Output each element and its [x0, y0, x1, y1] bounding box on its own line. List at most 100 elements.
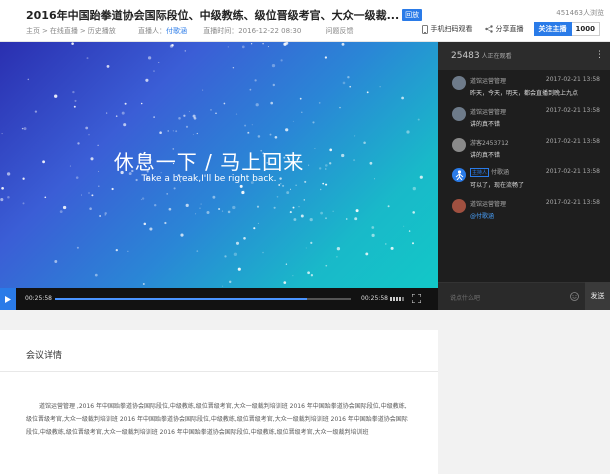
star-dot	[309, 217, 313, 222]
star-dot	[1, 133, 3, 135]
star-dot	[371, 233, 375, 237]
breadcrumb-home[interactable]: 主页	[26, 27, 40, 35]
star-dot	[149, 227, 153, 231]
star-dot	[106, 112, 108, 114]
star-dot	[289, 188, 292, 190]
star-dot	[354, 135, 356, 137]
video-player[interactable]: 休息一下 / 马上回来 Take a break,I'll be right b…	[0, 42, 438, 288]
chat-message: 道馆运营管理 2017-02-21 13:58 @付歌涵	[438, 195, 610, 235]
star-dot	[320, 188, 322, 191]
star-dot	[172, 130, 174, 132]
star-dot	[22, 202, 25, 205]
star-dot	[223, 102, 226, 105]
star-dot	[215, 112, 217, 114]
star-dot	[106, 65, 110, 68]
star-dot	[324, 56, 328, 59]
star-dot	[267, 46, 269, 48]
star-dot	[292, 120, 294, 122]
star-dot	[412, 186, 416, 191]
star-dot	[224, 255, 227, 258]
viewer-number: 25483	[451, 51, 480, 61]
star-dot	[7, 195, 10, 199]
fullscreen-icon[interactable]	[412, 294, 421, 303]
breadcrumb: 主页 > 在线直播 > 历史播放 直播人：付歌涵 直播时间：2016-12-22 08:…	[26, 26, 354, 36]
star-dot	[285, 128, 289, 132]
chat-header: 25483 人正在观看 ⋮	[438, 42, 610, 70]
title-text: 2016年中国跆拳道协会国际段位、中级教练、级位晋级考官、大众一级裁...	[26, 9, 400, 22]
star-dot	[145, 78, 149, 82]
star-dot	[417, 118, 420, 121]
star-dot	[278, 184, 281, 186]
star-dot	[167, 130, 169, 132]
host-name-link[interactable]: 付歌涵	[166, 27, 187, 35]
star-dot	[262, 251, 264, 254]
total-time: 00:25:58	[361, 295, 388, 302]
message-author: 道馆运营管理	[470, 78, 507, 85]
star-dot	[285, 263, 288, 265]
star-dot	[183, 114, 186, 117]
star-dot	[269, 133, 272, 136]
volume-icon[interactable]	[390, 296, 406, 302]
progress-remaining	[306, 298, 351, 300]
star-dot	[233, 252, 238, 256]
send-button[interactable]: 发送	[585, 282, 610, 310]
message-author: 道馆运营管理	[470, 109, 507, 116]
star-dot	[349, 85, 352, 88]
current-time: 00:25:58	[25, 295, 52, 302]
message-time: 2017-02-21 13:58	[545, 76, 600, 83]
star-dot	[173, 187, 176, 190]
star-dot	[336, 255, 338, 258]
message-text: 昨天，今天，明天，都会直播到晚上九点	[470, 90, 579, 97]
follow-widget[interactable]: 关注主播 1000	[533, 22, 600, 36]
star-dot	[54, 260, 58, 263]
mobile-watch-button[interactable]: 手机扫码观看	[421, 24, 473, 34]
star-dot	[239, 184, 243, 188]
star-dot	[237, 267, 241, 271]
follow-button[interactable]: 关注主播	[533, 22, 572, 36]
avatar	[452, 168, 466, 182]
star-dot	[210, 109, 212, 111]
message-text: 讲的真不错	[470, 152, 501, 159]
star-dot	[310, 241, 313, 244]
star-dot	[262, 42, 264, 45]
avatar	[452, 76, 466, 90]
star-dot	[71, 42, 74, 45]
star-dot	[292, 275, 294, 277]
message-text: @付歌涵	[470, 213, 495, 220]
star-dot	[140, 199, 142, 201]
page-root: 2016年中国跆拳道协会国际段位、中级教练、级位晋级考官、大众一级裁... 回放 …	[0, 0, 610, 474]
star-dot	[115, 115, 118, 117]
breadcrumb-live[interactable]: 在线直播	[50, 27, 78, 35]
star-dot	[94, 273, 98, 277]
star-dot	[408, 230, 411, 232]
header-actions: 手机扫码观看 分享直播 关注主播 1000	[410, 22, 600, 36]
star-dot	[339, 106, 341, 109]
breadcrumb-history[interactable]: 历史播放	[88, 27, 116, 35]
star-dot	[341, 42, 345, 46]
message-text: 可以了，现在流畅了	[470, 182, 525, 189]
star-dot	[283, 281, 287, 284]
progress-bar[interactable]	[55, 298, 351, 300]
star-dot	[325, 264, 328, 267]
play-icon	[5, 295, 11, 303]
star-dot	[232, 66, 235, 69]
star-dot	[192, 133, 194, 135]
star-dot	[158, 61, 160, 63]
star-dot	[164, 221, 167, 225]
star-dot	[140, 102, 143, 105]
star-dot	[243, 189, 245, 191]
play-button[interactable]	[0, 288, 16, 310]
star-dot	[115, 248, 118, 252]
star-dot	[283, 42, 287, 46]
kebab-icon[interactable]: ⋮	[595, 50, 604, 60]
star-dot	[206, 211, 210, 214]
star-dot	[196, 132, 198, 135]
details-body: 道馆运营管理 ,2016 年中国跆拳道协会国际段位,中级教练,级位晋级考官,大众…	[26, 400, 411, 439]
star-dot	[121, 111, 125, 115]
message-author: 道馆运营管理	[470, 201, 507, 208]
host-label: 直播人：	[137, 27, 166, 35]
share-button[interactable]: 分享直播	[484, 24, 524, 34]
feedback-link[interactable]: 问题反馈	[326, 27, 354, 35]
emoji-icon[interactable]	[570, 292, 579, 301]
chat-input[interactable]: 说点什么吧	[438, 282, 585, 310]
